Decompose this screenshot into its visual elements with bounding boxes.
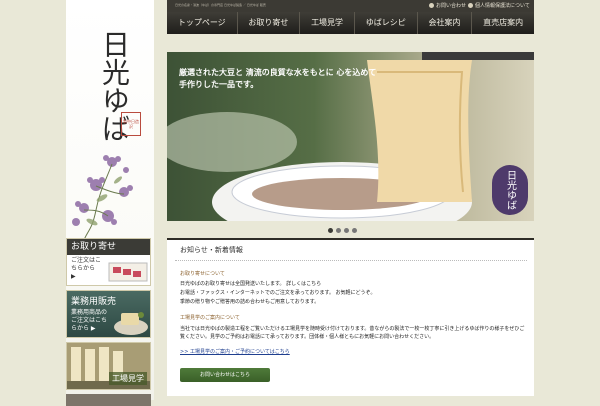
section-line: お電話・ファックス・インターネットでのご注文を承っております。 お気軽にどうぞ。 [180, 290, 376, 296]
slide-indicators [328, 228, 357, 233]
order-banner-header: お取り寄せ [67, 239, 150, 255]
nav-factory-tour[interactable]: 工場見学 [300, 12, 355, 34]
global-nav: トップページ お取り寄せ 工場見学 ゆばレシピ 会社案内 直売店案内 [167, 12, 534, 34]
order-banner-text: ご注文はこちらから ▶ [71, 257, 102, 280]
dish-image [114, 312, 148, 335]
contact-link-label: お問い合わせ [436, 3, 467, 9]
panel-title: お知らせ・新着情報 [180, 246, 243, 254]
hero-copy: 厳選された大豆と 清流の良質な水をもとに 心を込めて手作りした一品です。 [179, 67, 377, 89]
flower-illustration [72, 155, 133, 240]
stamp-text: 製中日造沢 [123, 119, 139, 129]
site-tagline: 日光の名産・湯波（ゆば）の専門店 日光ゆば製造 ／ 日光ゆば 販売 [175, 3, 266, 7]
business-banner-header: 業務用販売 [71, 297, 117, 307]
contact-button[interactable]: お問い合わせはこちら [180, 368, 270, 382]
nav-top[interactable]: トップページ [167, 12, 238, 34]
news-panel: お知らせ・新着情報 お取り寄せについて 日光ゆばのお取り寄せは全国発送いたします… [167, 238, 534, 396]
section-heading-factory: 工場見学のご案内について [180, 315, 240, 321]
slide-dot-1[interactable] [328, 228, 333, 233]
slide-dot-2[interactable] [336, 228, 341, 233]
business-banner[interactable]: 業務用販売 業務用商品のご注文はこちらから ▶ [66, 290, 151, 338]
bullet-icon [429, 3, 434, 8]
business-banner-text: 業務用商品のご注文はこちらから ▶ [71, 309, 108, 332]
factory-tour-banner[interactable]: 工場見学 [66, 342, 151, 390]
nav-shop[interactable]: 直売店案内 [472, 12, 534, 34]
section-line: 季節の贈り物やご贈答用の詰め合わせもご用意しております。 [180, 299, 320, 305]
order-banner[interactable]: お取り寄せ ご注文はこちらから ▶ [66, 238, 151, 286]
factory-tour-link[interactable]: >> 工場見学のご案内・ご予約についてはこちら [180, 348, 290, 355]
privacy-link[interactable]: 個人情報保護法について [468, 2, 530, 9]
section-heading-order: お取り寄せについて [180, 271, 225, 277]
nav-recipes[interactable]: ゆばレシピ [355, 12, 418, 34]
bullet-icon [468, 3, 473, 8]
contact-link[interactable]: お問い合わせ [429, 2, 466, 9]
section-line: 当社では日光ゆばの製造工程をご覧いただける工場見学を随時受け付けております。昔な… [180, 326, 525, 340]
gift-box-image [108, 262, 148, 282]
section-line: 日光ゆばのお取り寄せは全国発送いたします。 詳しくはこちら [180, 281, 322, 287]
divider [175, 260, 527, 261]
hero-seal: 日光ゆば [492, 165, 528, 215]
hero-slideshow[interactable]: 厳選された大豆と 清流の良質な水をもとに 心を込めて手作りした一品です。 日光ゆ… [167, 52, 534, 221]
top-bar: 日光の名産・湯波（ゆば）の専門店 日光ゆば製造 ／ 日光ゆば 販売 お問い合わせ… [167, 0, 534, 12]
slide-dot-3[interactable] [344, 228, 349, 233]
left-column: 日光ゆば 製中日造沢 [66, 0, 154, 400]
nav-order[interactable]: お取り寄せ [238, 12, 301, 34]
privacy-link-label: 個人情報保護法について [475, 3, 530, 9]
slide-dot-4[interactable] [352, 228, 357, 233]
logo-stamp: 製中日造沢 [121, 112, 141, 136]
extra-banner[interactable] [66, 394, 151, 406]
nav-company[interactable]: 会社案内 [418, 12, 473, 34]
factory-tour-label: 工場見学 [109, 372, 147, 385]
